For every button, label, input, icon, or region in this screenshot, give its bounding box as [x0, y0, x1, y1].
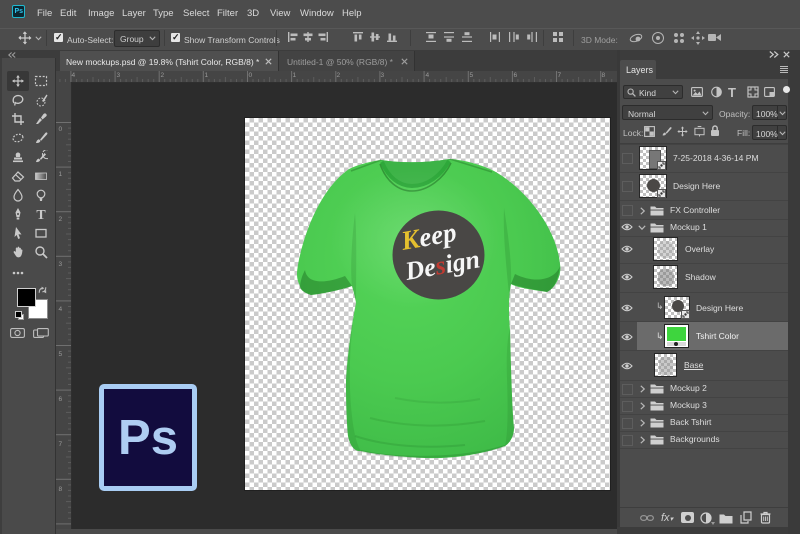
svg-text:T: T [36, 208, 46, 221]
